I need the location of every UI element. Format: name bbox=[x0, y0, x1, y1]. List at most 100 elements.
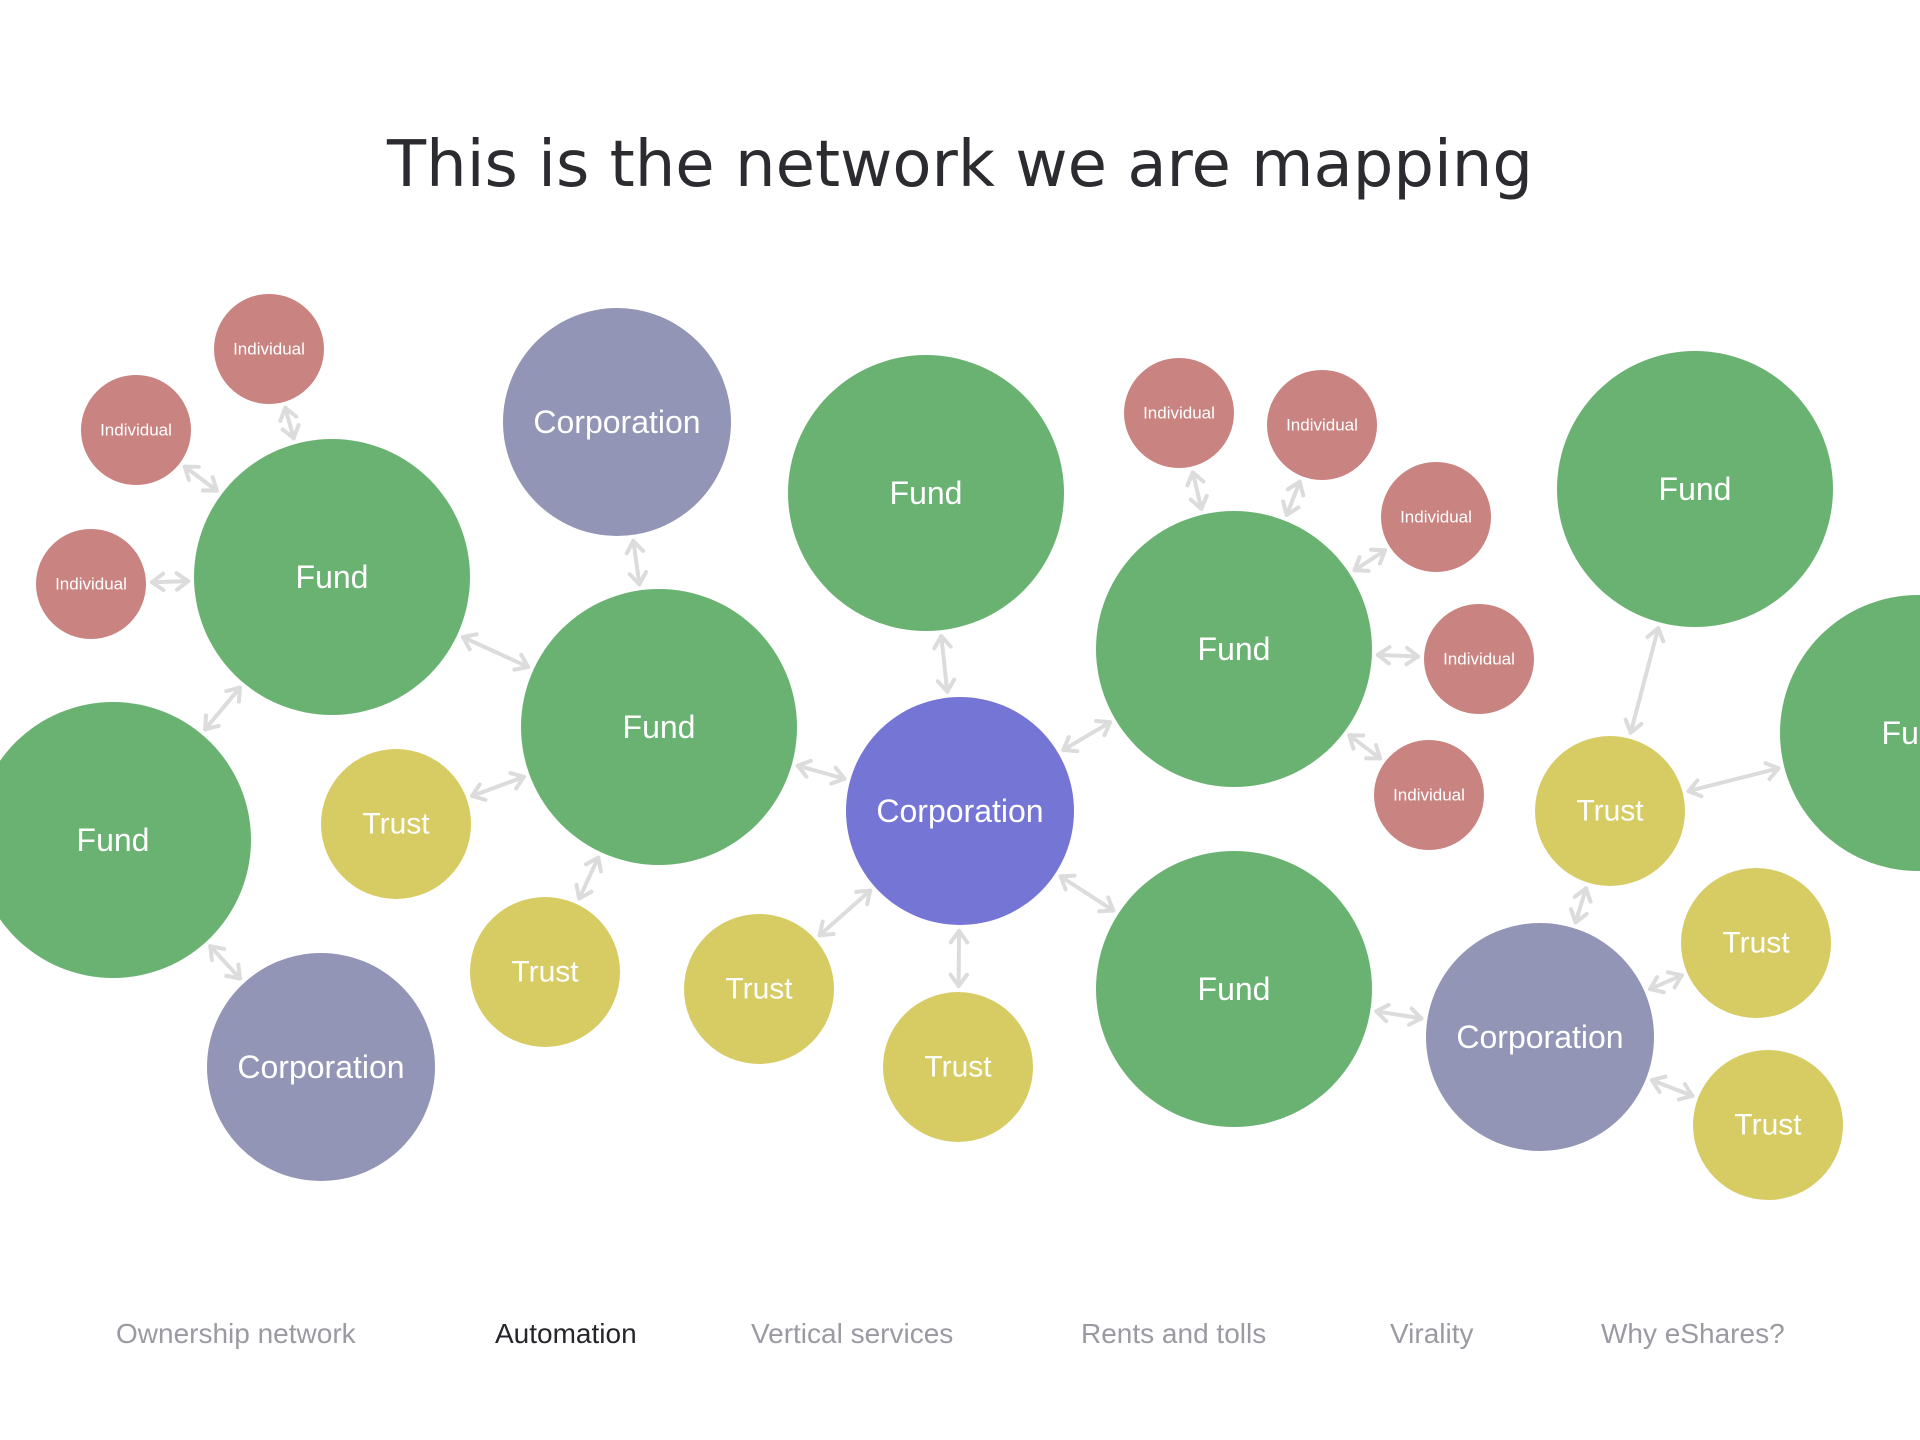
arrowhead bbox=[1584, 886, 1593, 904]
node-label: Trust bbox=[725, 973, 793, 1006]
arrowhead bbox=[1656, 626, 1666, 644]
node-individual: Individual bbox=[1124, 358, 1234, 468]
node-trust: Trust bbox=[1681, 868, 1831, 1018]
node-individual: Individual bbox=[1381, 462, 1491, 572]
nav-item-ownership-network[interactable]: Ownership network bbox=[116, 1318, 356, 1350]
nav-item-virality[interactable]: Virality bbox=[1390, 1318, 1474, 1350]
edge-arrow bbox=[1686, 761, 1781, 799]
edge-arrow bbox=[795, 758, 847, 786]
node-label: Individual bbox=[1400, 508, 1472, 527]
node-trust: Trust bbox=[470, 897, 620, 1047]
edge-arrow bbox=[948, 928, 970, 989]
node-label: Trust bbox=[1734, 1109, 1802, 1142]
edge-line bbox=[203, 685, 242, 732]
edge-line bbox=[1686, 766, 1781, 794]
nav-item-automation[interactable]: Automation bbox=[495, 1318, 637, 1350]
node-fund: Fund bbox=[1096, 511, 1372, 787]
node-label: Fund bbox=[890, 475, 963, 511]
arrowhead bbox=[460, 632, 479, 640]
arrowhead bbox=[795, 758, 813, 768]
edge-arrow bbox=[1375, 645, 1421, 667]
edge-arrow bbox=[817, 888, 873, 938]
arrowhead bbox=[574, 882, 582, 901]
node-corporation: Corporation bbox=[207, 953, 435, 1181]
edge-arrow bbox=[469, 771, 526, 802]
network-diagram: Individual Individual Individual Fund Corpor… bbox=[0, 294, 1920, 1200]
node-individual: Individual bbox=[214, 294, 324, 404]
edge-arrow bbox=[1281, 479, 1306, 517]
edge-arrow bbox=[574, 855, 603, 901]
node-label: Trust bbox=[511, 956, 579, 989]
node-trust: Trust bbox=[1535, 736, 1685, 886]
arrowhead bbox=[1623, 717, 1633, 735]
arrowhead bbox=[1097, 908, 1116, 914]
node-label: Individual bbox=[1443, 650, 1515, 669]
edge-arrow bbox=[1058, 873, 1116, 914]
nav-item-rents-and-tolls[interactable]: Rents and tolls bbox=[1081, 1318, 1266, 1350]
node-fund: Fund bbox=[1096, 851, 1372, 1127]
edge-line bbox=[1375, 652, 1421, 659]
edge-line bbox=[460, 635, 531, 669]
node-individual: Individual bbox=[1267, 370, 1377, 480]
arrowhead bbox=[236, 685, 242, 704]
edge-line bbox=[817, 888, 873, 938]
edge-arrow bbox=[460, 632, 531, 672]
node-trust: Trust bbox=[321, 749, 471, 899]
section-nav: Ownership network Automation Vertical se… bbox=[0, 1318, 1920, 1362]
node-fund: Fund bbox=[521, 589, 797, 865]
edge-arrow bbox=[1352, 547, 1387, 573]
arrowhead bbox=[1676, 1093, 1695, 1102]
node-label: Fund bbox=[296, 559, 369, 595]
edge-arrow bbox=[203, 685, 242, 732]
edge-line bbox=[149, 579, 191, 585]
edge-arrow bbox=[208, 944, 242, 981]
node-label: Individual bbox=[1393, 786, 1465, 805]
arrowhead bbox=[1406, 1016, 1424, 1027]
edge-arrow bbox=[1568, 886, 1593, 925]
edge-arrow bbox=[1061, 718, 1113, 754]
node-fund: Fund bbox=[0, 702, 251, 978]
node-label: Individual bbox=[1143, 404, 1215, 423]
node-individual: Individual bbox=[81, 375, 191, 485]
node-corporation: Corporation bbox=[503, 308, 731, 536]
node-label: Trust bbox=[362, 808, 430, 841]
arrowhead bbox=[208, 944, 227, 951]
edge-line bbox=[208, 944, 242, 981]
node-label: Trust bbox=[1722, 927, 1790, 960]
node-label: Fund bbox=[1882, 715, 1920, 751]
edge-arrow bbox=[1374, 1002, 1424, 1027]
node-fund: Fund bbox=[788, 355, 1064, 631]
arrowhead bbox=[1281, 499, 1289, 517]
node-label: Corporation bbox=[533, 404, 700, 440]
edge-arrow bbox=[1649, 1074, 1695, 1102]
node-label: Trust bbox=[1576, 795, 1644, 828]
arrowhead bbox=[1297, 479, 1306, 498]
nav-item-vertical-services[interactable]: Vertical services bbox=[751, 1318, 953, 1350]
arrowhead bbox=[224, 973, 242, 981]
node-label: Individual bbox=[233, 340, 305, 359]
node-fund: Fund bbox=[1557, 351, 1833, 627]
node-label: Individual bbox=[55, 575, 127, 594]
arrowhead bbox=[1568, 907, 1578, 925]
node-corporation-focus: Corporation bbox=[846, 697, 1074, 925]
edge-arrow bbox=[932, 634, 957, 694]
node-individual: Individual bbox=[1374, 740, 1484, 850]
edge-arrow bbox=[182, 464, 219, 493]
edge-arrow bbox=[624, 538, 648, 587]
edge-arrow bbox=[149, 571, 191, 593]
node-label: Fund bbox=[1659, 471, 1732, 507]
node-label: Trust bbox=[924, 1051, 992, 1084]
node-label: Fund bbox=[623, 709, 696, 745]
arrowhead bbox=[1058, 873, 1077, 879]
node-label: Fund bbox=[77, 822, 150, 858]
edge-arrow bbox=[1623, 626, 1666, 735]
node-trust: Trust bbox=[1693, 1050, 1843, 1200]
edge-line bbox=[1628, 626, 1661, 735]
nav-item-why-eshares[interactable]: Why eShares? bbox=[1601, 1318, 1785, 1350]
node-individual: Individual bbox=[1424, 604, 1534, 714]
edge-arrow bbox=[1648, 970, 1684, 995]
arrowhead bbox=[1374, 1002, 1391, 1014]
node-label: Fund bbox=[1198, 631, 1271, 667]
node-label: Corporation bbox=[237, 1049, 404, 1085]
node-fund: Fund bbox=[194, 439, 470, 715]
